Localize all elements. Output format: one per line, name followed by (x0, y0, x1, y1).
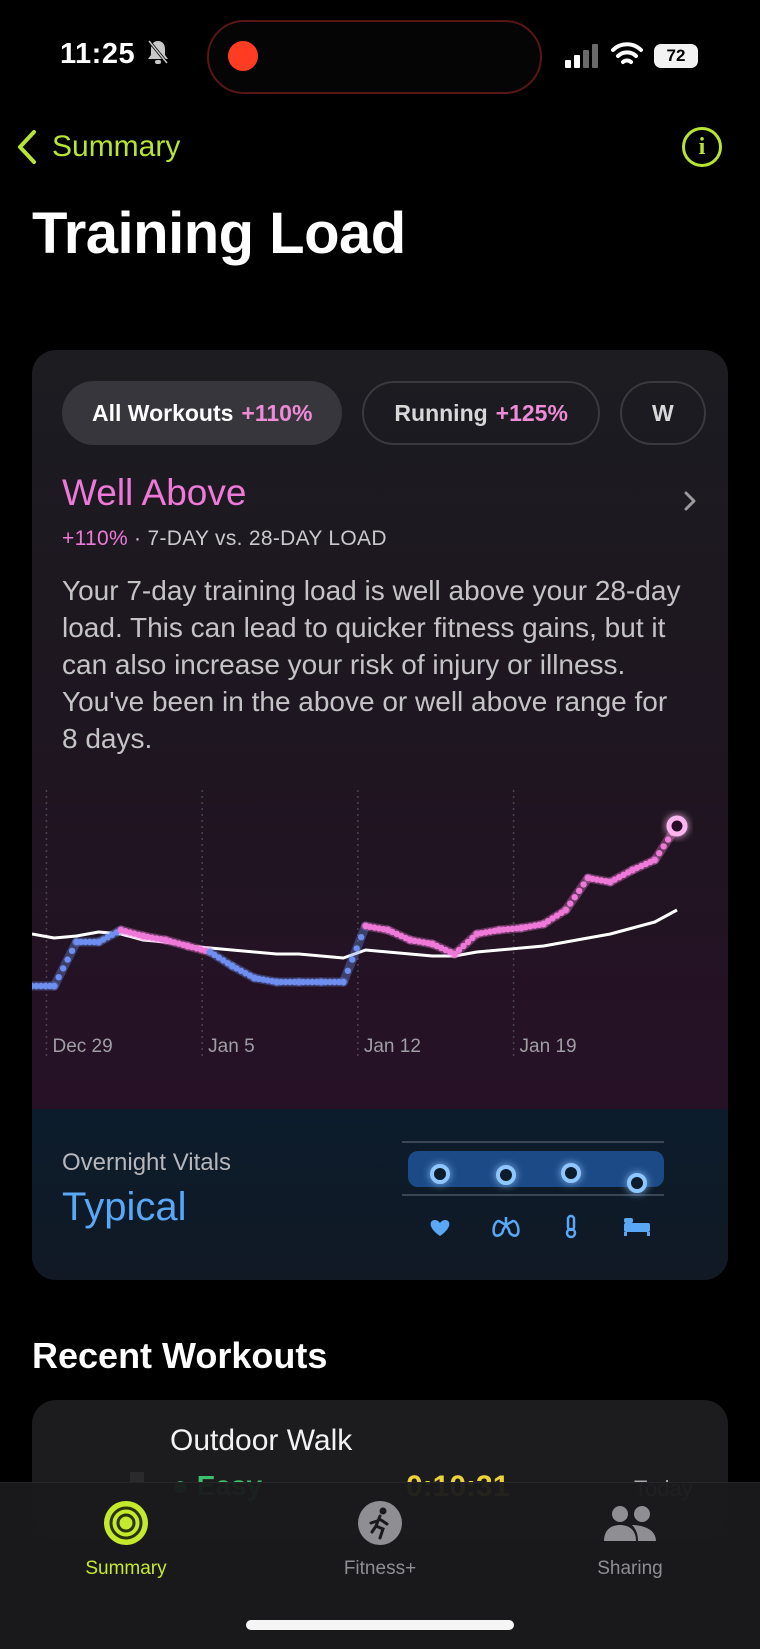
load-series-dot (656, 850, 663, 857)
workout-name: Outdoor Walk (170, 1424, 353, 1457)
load-pct: +110% (62, 527, 128, 550)
load-series-dot (575, 887, 583, 894)
recent-workouts-title: Recent Workouts (32, 1335, 328, 1376)
chip-pct: +110% (241, 399, 313, 426)
load-series-dot (562, 906, 569, 914)
back-button[interactable]: Summary (16, 124, 180, 170)
wifi-icon (611, 42, 643, 64)
back-button-label: Summary (52, 130, 181, 163)
load-series-dot (349, 956, 356, 963)
chip-label: W (651, 399, 674, 426)
chip-all-workouts[interactable]: All Workouts +110% (62, 381, 343, 445)
sharing-icon (604, 1506, 656, 1541)
load-series-dot (580, 881, 587, 888)
overnight-vitals-panel[interactable]: Overnight Vitals Typical (32, 1109, 728, 1280)
load-series-dot (340, 978, 347, 986)
training-load-card[interactable]: All Workouts +110% Running +125% W Well … (32, 350, 728, 1280)
tab-fitness-plus[interactable]: Fitness+ (280, 1499, 480, 1580)
status-time: 11:25 (60, 38, 136, 70)
training-load-chart[interactable]: Dec 29 Jan 5 Jan 12 Jan 19 (32, 790, 728, 1110)
info-icon[interactable]: i (682, 127, 722, 167)
chip-more[interactable]: W (619, 381, 706, 445)
sleep-dot (627, 1173, 647, 1193)
heart-rate-dot (430, 1164, 450, 1184)
load-series-dot (567, 900, 574, 907)
load-series-dot (357, 934, 365, 941)
bed-icon (624, 1218, 650, 1236)
chip-label: All Workouts (92, 399, 234, 426)
tab-sharing[interactable]: Sharing (530, 1499, 730, 1580)
x-tick-label: Jan 19 (520, 1036, 577, 1057)
chevron-left-icon (18, 130, 36, 164)
page-title: Training Load (32, 201, 406, 266)
battery-indicator: 72 (654, 44, 698, 68)
tab-label: Fitness+ (343, 1558, 417, 1579)
load-series-dot (664, 836, 672, 843)
load-series-dot (344, 967, 352, 974)
vitals-indicator (402, 1141, 664, 1239)
bell-silent-icon (147, 40, 169, 64)
activity-rings-icon (104, 1501, 148, 1545)
load-series-dot (68, 947, 76, 954)
recording-indicator (228, 41, 258, 71)
respiratory-dot (496, 1165, 516, 1185)
load-comparison-label: · 7-DAY vs. 28-DAY LOAD (127, 527, 387, 550)
tab-label: Sharing (597, 1558, 663, 1579)
x-tick-label: Dec 29 (52, 1036, 112, 1057)
chip-label: Running (394, 399, 488, 426)
load-series-dot (660, 843, 667, 850)
load-series-dot (353, 945, 360, 952)
chevron-right-icon[interactable] (682, 490, 698, 512)
current-load-marker (666, 815, 688, 837)
vitals-label: Overnight Vitals (62, 1149, 231, 1176)
lungs-icon (492, 1217, 520, 1237)
temperature-dot (561, 1163, 581, 1183)
thermometer-icon (565, 1214, 577, 1239)
load-series-dot (651, 856, 658, 864)
load-description: Your 7-day training load is well above y… (62, 575, 681, 754)
heart-icon (430, 1220, 450, 1236)
cellular-signal-icon (565, 44, 598, 68)
workout-filter-chips: All Workouts +110% Running +125% W (62, 381, 706, 445)
vitals-status: Typical (62, 1185, 187, 1229)
home-indicator[interactable] (246, 1620, 514, 1630)
load-level[interactable]: Well Above (62, 472, 246, 514)
x-tick-label: Jan 12 (364, 1036, 421, 1057)
x-tick-label: Jan 5 (208, 1036, 254, 1057)
load-series-dot (55, 974, 62, 981)
load-series-dot (59, 965, 67, 972)
chip-running[interactable]: Running +125% (362, 381, 600, 445)
load-series-dot (64, 956, 71, 963)
tab-label: Summary (85, 1558, 167, 1579)
load-series-dot (571, 894, 578, 901)
fitness-plus-icon (358, 1501, 402, 1545)
tab-summary[interactable]: Summary (26, 1499, 226, 1580)
load-series-dot (51, 982, 58, 990)
chip-pct: +125% (495, 399, 568, 426)
load-comparison: +110% · 7-DAY vs. 28-DAY LOAD (62, 527, 387, 551)
